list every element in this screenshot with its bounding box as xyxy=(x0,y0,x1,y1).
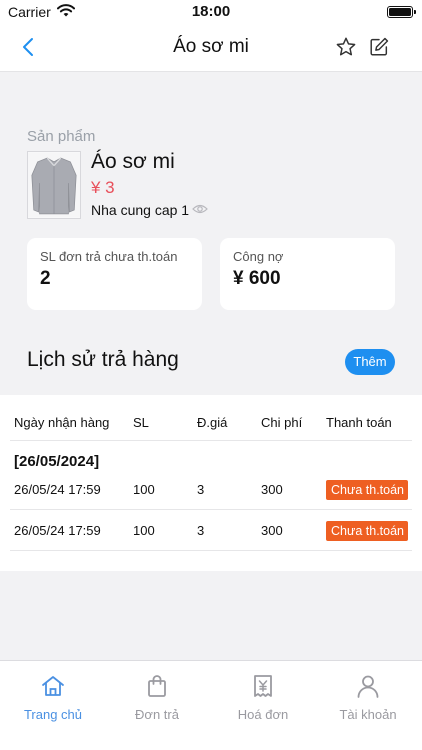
add-button[interactable]: Thêm xyxy=(345,349,395,375)
product-section-label: Sản phẩm xyxy=(27,128,96,145)
unpaid-status-badge[interactable]: Chưa th.toán xyxy=(326,480,408,500)
tab-invoices[interactable]: Hoá đơn xyxy=(213,673,313,723)
battery-icon xyxy=(387,6,416,18)
product-name: Áo sơ mi xyxy=(91,150,175,173)
return-history-table: Ngày nhận hàng SL Đ.giá Chi phí Thanh to… xyxy=(0,395,422,571)
row-unit-price: 3 xyxy=(197,482,205,497)
product-price: ¥ 3 xyxy=(91,178,115,197)
tab-home[interactable]: Trang chủ xyxy=(3,673,103,723)
column-header-qty: SL xyxy=(133,415,149,430)
tab-invoices-label: Hoá đơn xyxy=(237,707,289,722)
row-cost: 300 xyxy=(261,482,283,497)
navigation-bar: Áo sơ mi xyxy=(0,24,422,72)
bag-icon xyxy=(148,675,166,697)
row-date: 26/05/24 17:59 xyxy=(14,523,101,538)
unpaid-returns-label: SL đơn trả chưa th.toán xyxy=(40,249,178,264)
row-cost: 300 xyxy=(261,523,283,538)
tab-account-label: Tài khoản xyxy=(339,707,397,722)
supplier-name: Nha cung cap 1 xyxy=(91,202,190,218)
table-header: Ngày nhận hàng SL Đ.giá Chi phí Thanh to… xyxy=(10,405,412,441)
shirt-image xyxy=(28,152,80,218)
edit-icon[interactable] xyxy=(368,36,390,58)
column-header-payment: Thanh toán xyxy=(326,415,392,430)
tab-home-label: Trang chủ xyxy=(23,707,83,722)
row-qty: 100 xyxy=(133,482,155,497)
unpaid-status-badge[interactable]: Chưa th.toán xyxy=(326,521,408,541)
unpaid-returns-card: SL đơn trả chưa th.toán 2 xyxy=(27,238,202,310)
tab-bar: Trang chủ Đơn trả Hoá đơn Tài khoản xyxy=(0,660,422,750)
table-row[interactable]: 26/05/24 17:59 100 3 300 Chưa th.toán xyxy=(10,470,412,510)
clock: 18:00 xyxy=(191,3,231,20)
row-unit-price: 3 xyxy=(197,523,205,538)
column-header-cost: Chi phí xyxy=(261,415,303,430)
column-header-unit-price: Đ.giá xyxy=(197,415,228,430)
tab-returns-label: Đơn trả xyxy=(135,707,179,722)
table-row[interactable]: 26/05/24 17:59 100 3 300 Chưa th.toán xyxy=(10,511,412,551)
return-history-title: Lịch sử trả hàng xyxy=(27,348,179,371)
tab-returns[interactable]: Đơn trả xyxy=(107,673,207,723)
star-icon[interactable] xyxy=(335,36,357,58)
row-qty: 100 xyxy=(133,523,155,538)
debt-card: Công nợ ¥ 600 xyxy=(220,238,395,310)
debt-value: ¥ 600 xyxy=(233,268,281,289)
eye-icon[interactable] xyxy=(192,203,208,215)
status-bar: Carrier 18:00 xyxy=(0,0,422,24)
product-image xyxy=(27,151,81,219)
debt-label: Công nợ xyxy=(233,249,284,264)
person-icon xyxy=(357,675,379,698)
column-header-date: Ngày nhận hàng xyxy=(14,415,110,430)
invoice-icon xyxy=(254,675,272,697)
tab-account[interactable]: Tài khoản xyxy=(318,673,418,723)
home-icon xyxy=(42,676,64,696)
unpaid-returns-value: 2 xyxy=(40,268,51,289)
page-title: Áo sơ mi xyxy=(173,36,249,57)
group-date-header: [26/05/2024] xyxy=(14,453,100,470)
row-date: 26/05/24 17:59 xyxy=(14,482,101,497)
